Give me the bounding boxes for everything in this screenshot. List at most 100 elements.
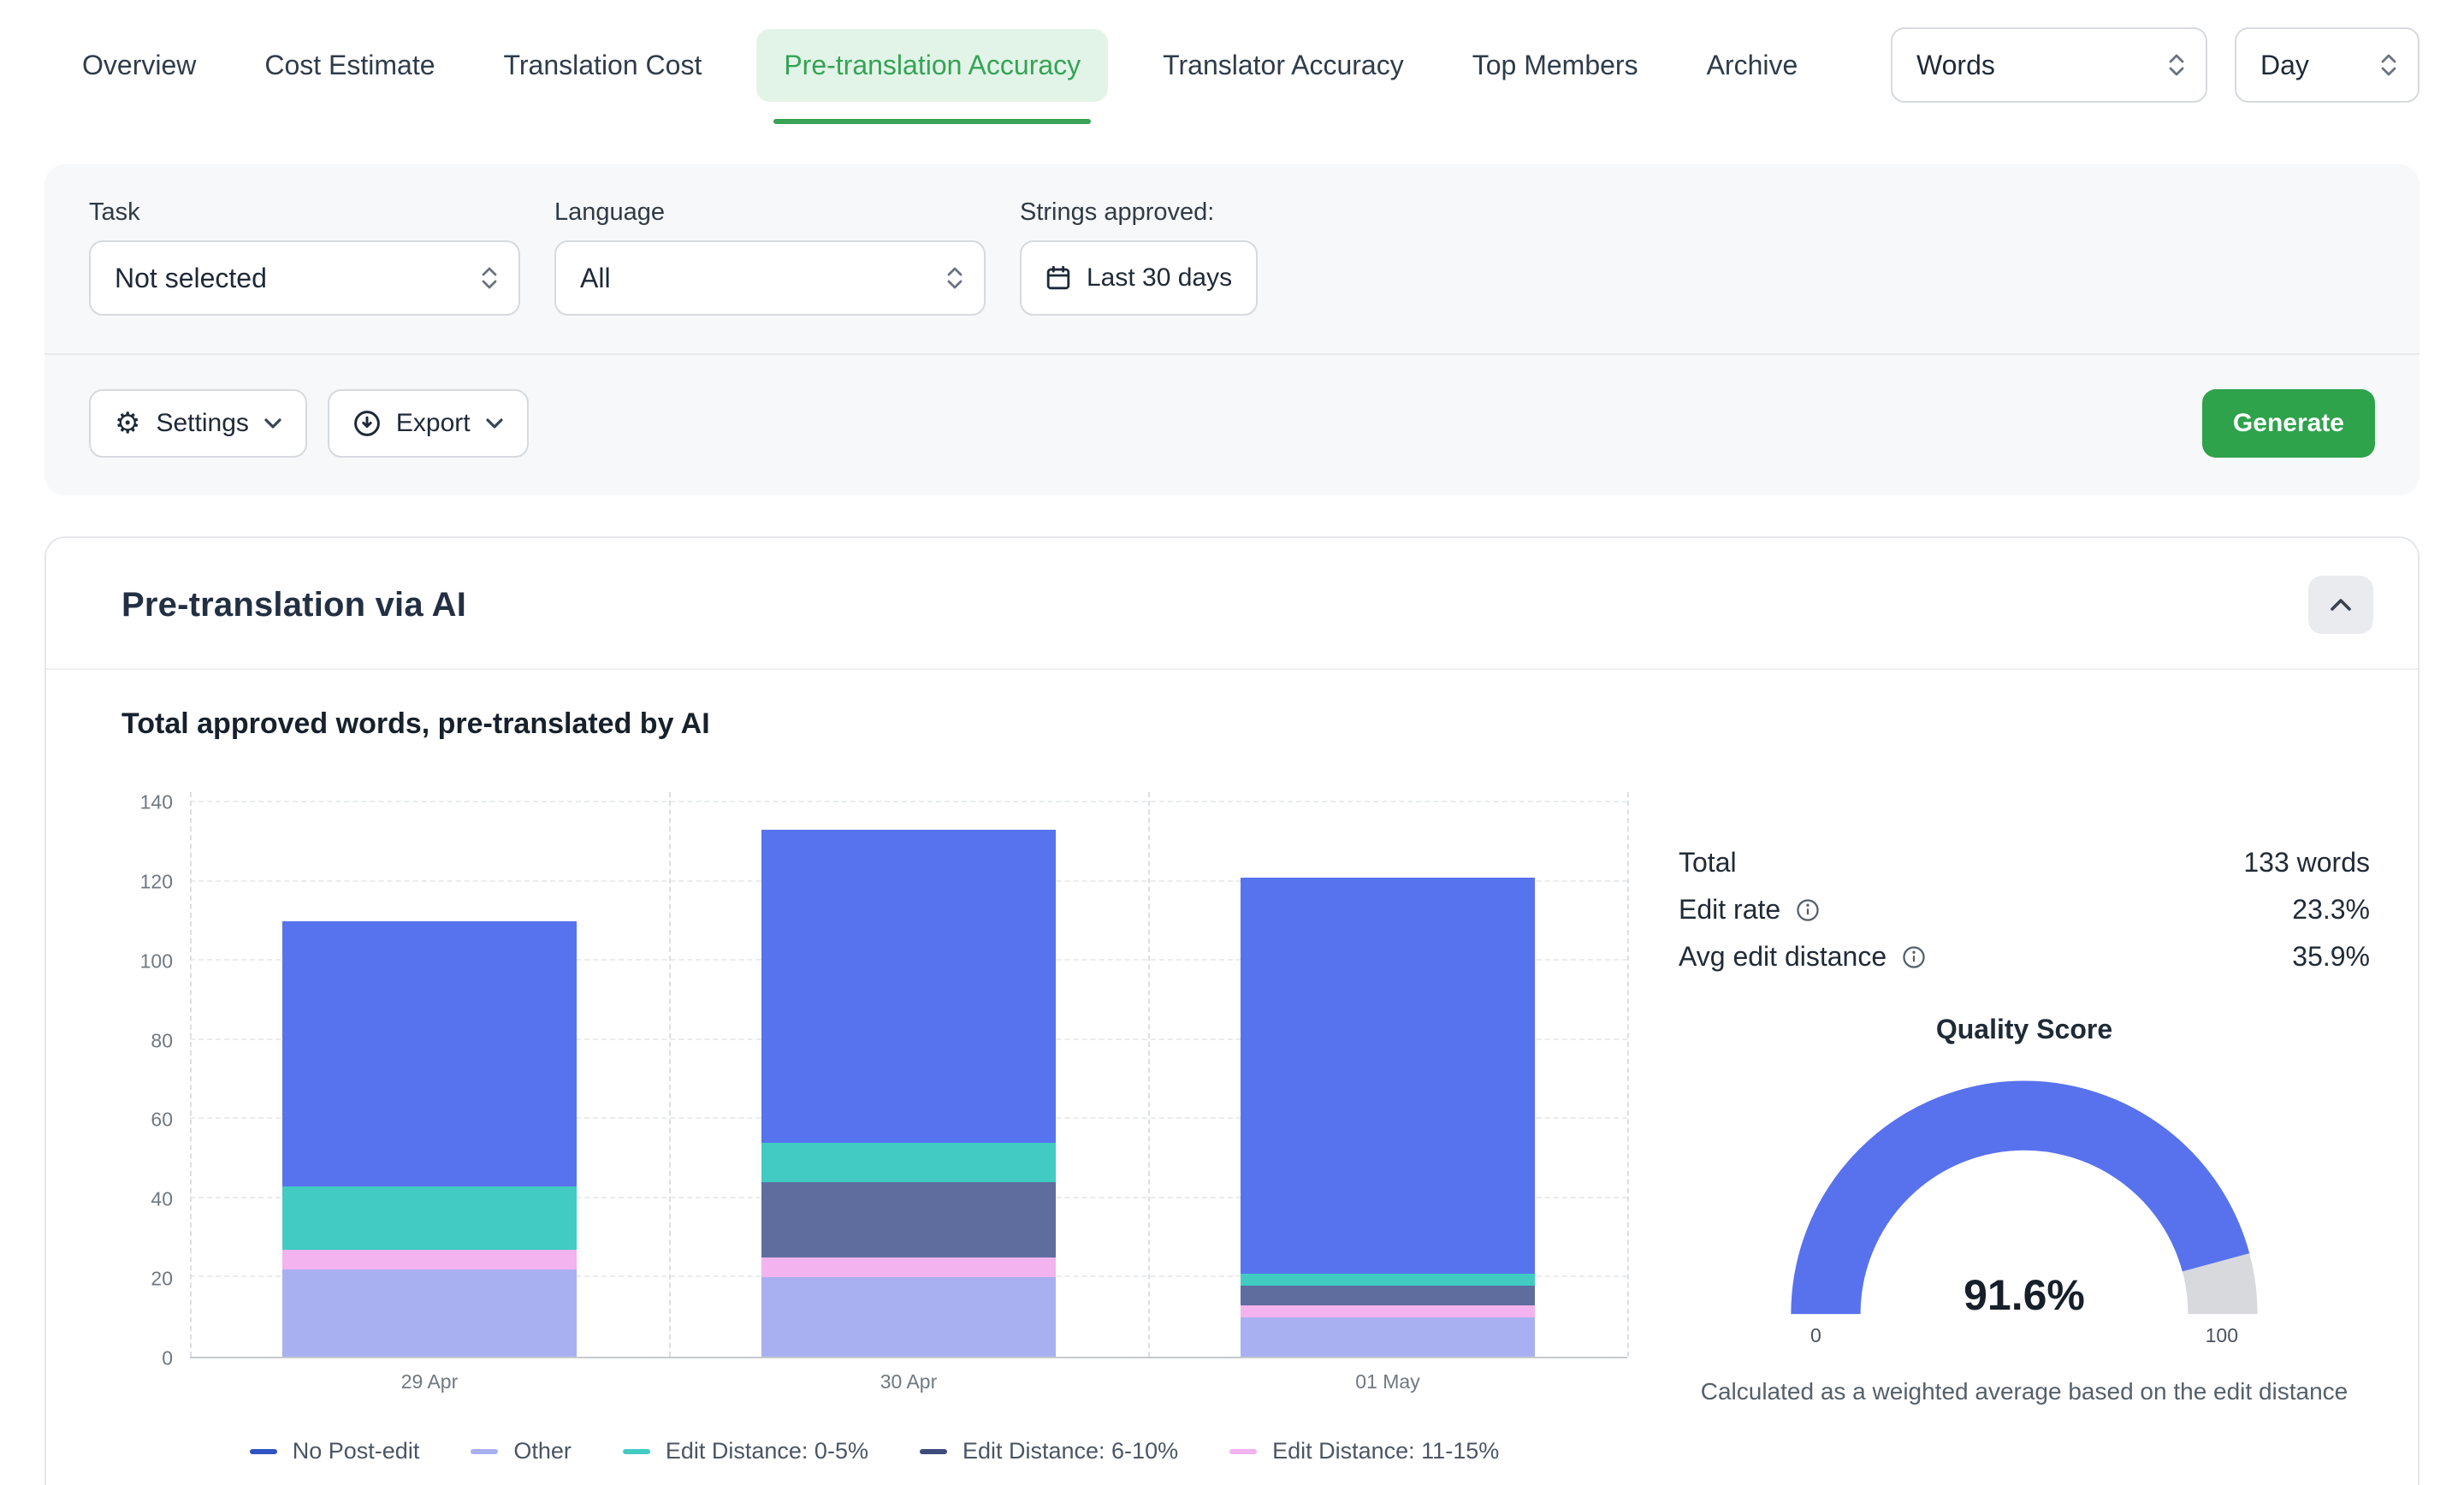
tab-translation-cost[interactable]: Translation Cost: [490, 29, 716, 102]
report-title: Pre-translation via AI: [121, 586, 466, 624]
y-tick-label: 0: [162, 1347, 173, 1370]
language-field: Language All: [554, 198, 986, 316]
info-icon[interactable]: [1902, 945, 1926, 969]
tab-translator-accuracy[interactable]: Translator Accuracy: [1149, 29, 1418, 102]
report-card-body: Total approved words, pre-translated by …: [46, 670, 2418, 1464]
legend-item-edit-distance-6-10: Edit Distance: 6-10%: [920, 1438, 1178, 1464]
task-label: Task: [89, 198, 520, 227]
stat-label: Edit rate: [1679, 894, 1820, 926]
legend-dash: [920, 1449, 947, 1454]
legend-dash: [250, 1449, 277, 1454]
strings-approved-label: Strings approved:: [1020, 198, 1258, 227]
chevron-down-icon: [264, 418, 281, 429]
stat-row-total: Total 133 words: [1679, 847, 2370, 879]
y-tick-label: 120: [140, 870, 173, 893]
legend-item-edit-distance-11-15: Edit Distance: 11-15%: [1229, 1438, 1499, 1464]
chevron-up-down-icon: [2380, 53, 2397, 77]
tab-cost-estimate[interactable]: Cost Estimate: [251, 29, 448, 102]
download-circle-icon: [353, 410, 381, 437]
bar-segment-edit-distance-6-10: [761, 1182, 1056, 1257]
quality-gauge: 91.6% 0 100: [1776, 1069, 2272, 1347]
bar-segment-edit-distance-0-5: [761, 1143, 1056, 1182]
tab-overview[interactable]: Overview: [68, 29, 210, 102]
bar-01-may[interactable]: [1241, 802, 1535, 1357]
gauge-value: 91.6%: [1776, 1270, 2272, 1320]
report-card-header: Pre-translation via AI: [46, 538, 2418, 670]
chevron-down-icon: [486, 418, 503, 429]
x-tick-label: 29 Apr: [190, 1370, 669, 1393]
task-select-value: Not selected: [115, 263, 267, 294]
bar-segment-edit-distance-0-5: [1241, 1274, 1535, 1286]
legend-dash: [623, 1449, 650, 1454]
gridline-vertical: [1148, 792, 1150, 1357]
y-tick-label: 140: [140, 791, 173, 814]
bar-segment-no-post-edit: [282, 921, 577, 1186]
gear-icon: ⚙: [115, 409, 140, 438]
gridline-vertical: [190, 792, 192, 1357]
reports-nav: Overview Cost Estimate Translation Cost Pre…: [0, 0, 2464, 127]
legend-label: No Post-edit: [293, 1438, 420, 1464]
legend-label: Edit Distance: 0-5%: [666, 1438, 868, 1464]
strings-approved-field: Strings approved: Last 30 days: [1020, 198, 1258, 316]
stat-value: 35.9%: [2292, 941, 2370, 973]
task-select[interactable]: Not selected: [89, 240, 520, 316]
filter-actions: ⚙ Settings Export Generate: [89, 389, 2375, 458]
generate-button[interactable]: Generate: [2202, 389, 2375, 458]
date-range-button[interactable]: Last 30 days: [1020, 240, 1258, 316]
export-label: Export: [396, 409, 471, 438]
unit-select[interactable]: Words: [1891, 27, 2207, 103]
legend-dash: [1229, 1449, 1257, 1454]
report-card: Pre-translation via AI Total approved wo…: [44, 536, 2420, 1485]
bar-segment-edit-distance-0-5: [282, 1186, 577, 1250]
y-tick-label: 60: [151, 1109, 173, 1132]
x-tick-label: 30 Apr: [669, 1370, 1148, 1393]
chart-title: Total approved words, pre-translated by …: [121, 707, 2370, 741]
bar-segment-edit-distance-11-15: [1241, 1305, 1535, 1317]
bar-30-apr[interactable]: [761, 802, 1056, 1357]
info-icon[interactable]: [1796, 898, 1820, 922]
stat-label: Avg edit distance: [1679, 941, 1926, 973]
filter-row: Task Not selected Language All: [89, 198, 2375, 316]
bar-segment-other: [282, 1269, 577, 1357]
tab-archive[interactable]: Archive: [1693, 29, 1812, 102]
bar-segment-other: [1241, 1317, 1535, 1357]
y-tick-label: 80: [151, 1029, 173, 1052]
tab-top-members[interactable]: Top Members: [1459, 29, 1652, 102]
chevron-up-down-icon: [946, 266, 963, 290]
report-tabs: Overview Cost Estimate Translation Cost Pre…: [68, 29, 1811, 102]
language-select[interactable]: All: [554, 240, 986, 316]
bar-segment-no-post-edit: [1241, 878, 1535, 1274]
legend-item-other: Other: [471, 1438, 572, 1464]
legend-item-edit-distance-0-5: Edit Distance: 0-5%: [623, 1438, 868, 1464]
period-select[interactable]: Day: [2235, 27, 2420, 103]
filter-panel: Task Not selected Language All: [44, 164, 2420, 495]
collapse-button[interactable]: [2308, 576, 2373, 634]
x-tick-label: 01 May: [1148, 1370, 1627, 1393]
y-tick-label: 20: [151, 1268, 173, 1291]
nav-selects: Words Day: [1891, 27, 2420, 103]
stats-panel: Total133 wordsEdit rate23.3%Avg edit dis…: [1679, 785, 2370, 1464]
gridline-vertical: [669, 792, 671, 1357]
chevron-up-down-icon: [2168, 53, 2185, 77]
gauge-min: 0: [1810, 1324, 1821, 1347]
export-button[interactable]: Export: [328, 389, 529, 458]
chevron-up-icon: [2331, 599, 2351, 611]
bar-segment-other: [761, 1277, 1056, 1357]
y-tick-label: 100: [140, 950, 173, 973]
bar-29-apr[interactable]: [282, 802, 577, 1357]
task-field: Task Not selected: [89, 198, 520, 316]
gauge-max: 100: [2206, 1324, 2238, 1347]
settings-label: Settings: [156, 409, 248, 438]
y-axis: 020406080100120140: [121, 802, 190, 1358]
stat-label: Total: [1679, 847, 1737, 879]
stat-value: 133 words: [2243, 847, 2370, 879]
tab-pre-translation-accuracy[interactable]: Pre-translation Accuracy: [756, 29, 1108, 102]
unit-select-value: Words: [1916, 50, 1995, 81]
gridline-vertical: [1627, 792, 1629, 1357]
reports-page: Overview Cost Estimate Translation Cost Pre…: [0, 0, 2464, 1485]
gauge-scale: 0 100: [1776, 1324, 2272, 1347]
settings-button[interactable]: ⚙ Settings: [89, 389, 307, 458]
chart-legend: No Post-edit Other Edit Distance: 0-5% Edit…: [121, 1438, 1627, 1464]
legend-label: Edit Distance: 11-15%: [1272, 1438, 1499, 1464]
bar-segment-edit-distance-6-10: [1241, 1286, 1535, 1305]
